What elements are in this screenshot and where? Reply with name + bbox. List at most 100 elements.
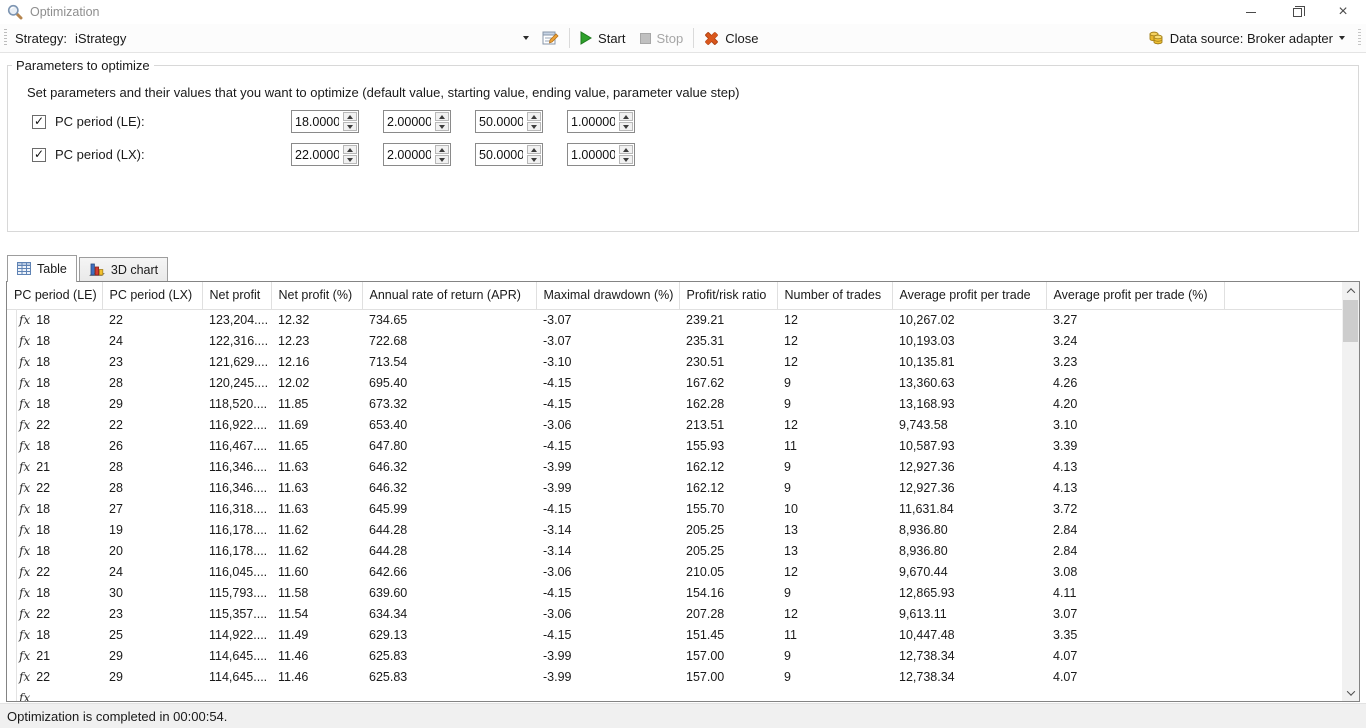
parameter-row: ✓PC period (LE):: [32, 110, 1358, 133]
table-cell: -4.15: [536, 582, 679, 603]
table-row[interactable]: fx1820116,178....11.62644.28-3.14205.251…: [7, 540, 1342, 561]
table-cell: 9: [777, 393, 892, 414]
spinner-down-button[interactable]: [343, 155, 357, 164]
table-cell: 116,346....: [202, 477, 271, 498]
parameter-checkbox[interactable]: ✓: [32, 115, 46, 129]
column-header[interactable]: Maximal drawdown (%): [536, 282, 679, 309]
spinner-down-button[interactable]: [527, 122, 541, 131]
maximize-button[interactable]: [1274, 0, 1320, 24]
table-row[interactable]: fx1825114,922....11.49629.13-4.15151.451…: [7, 624, 1342, 645]
table-row[interactable]: fx2129114,645....11.46625.83-3.99157.009…: [7, 645, 1342, 666]
table-row-partial[interactable]: fx: [7, 687, 1342, 702]
scroll-down-button[interactable]: [1342, 684, 1359, 701]
table-cell: 114,645....: [202, 666, 271, 687]
tab-3d-chart[interactable]: 3D chart: [79, 257, 168, 281]
column-header[interactable]: Average profit per trade (%): [1046, 282, 1224, 309]
close-button[interactable]: Close: [697, 26, 765, 50]
table-row[interactable]: fx1830115,793....11.58639.60-4.15154.169…: [7, 582, 1342, 603]
table-row[interactable]: fx1823121,629....12.16713.54-3.10230.511…: [7, 351, 1342, 372]
table-row[interactable]: fx2224116,045....11.60642.66-3.06210.051…: [7, 561, 1342, 582]
parameter-rows: ✓PC period (LE):✓PC period (LX):: [8, 110, 1358, 166]
table-cell: 157.00: [679, 666, 777, 687]
start-button[interactable]: Start: [573, 26, 632, 50]
parameter-checkbox[interactable]: ✓: [32, 148, 46, 162]
spinner-up-button[interactable]: [619, 112, 633, 121]
spinner-up-button[interactable]: [619, 145, 633, 154]
table-row[interactable]: fx1828120,245....12.02695.40-4.15167.629…: [7, 372, 1342, 393]
table-cell: 10,135.81: [892, 351, 1046, 372]
tab-table[interactable]: Table: [7, 255, 77, 282]
spinner-down-button[interactable]: [619, 155, 633, 164]
table-cell: 11: [777, 435, 892, 456]
table-cell: 11.69: [271, 414, 362, 435]
spinner-up-button[interactable]: [343, 112, 357, 121]
spinner-value-input[interactable]: [384, 144, 434, 165]
table-cell: 12,927.36: [892, 477, 1046, 498]
column-header[interactable]: Net profit: [202, 282, 271, 309]
column-header[interactable]: PC period (LE): [7, 282, 102, 309]
table-cell: 116,346....: [202, 456, 271, 477]
spinner-down-button[interactable]: [343, 122, 357, 131]
spinner-value-input[interactable]: [384, 111, 434, 132]
spinner-up-button[interactable]: [435, 145, 449, 154]
spinner-value-input[interactable]: [476, 144, 526, 165]
strategy-combobox[interactable]: iStrategy: [69, 26, 535, 50]
tab-table-label: Table: [37, 262, 67, 276]
column-header[interactable]: PC period (LX): [102, 282, 202, 309]
table-cell: fx21: [7, 645, 102, 666]
table-row[interactable]: fx1824122,316....12.23722.68-3.07235.311…: [7, 330, 1342, 351]
spinner-down-button[interactable]: [619, 122, 633, 131]
close-window-button[interactable]: ×: [1320, 0, 1366, 24]
table-row[interactable]: fx1829118,520....11.85673.32-4.15162.289…: [7, 393, 1342, 414]
fx-icon: fx: [19, 670, 30, 684]
start-icon: [580, 31, 592, 45]
stop-button[interactable]: Stop: [633, 26, 691, 50]
spinner-down-button[interactable]: [435, 155, 449, 164]
table-cell: [1224, 645, 1342, 666]
table-cell: [202, 687, 271, 702]
table-cell: 9,670.44: [892, 561, 1046, 582]
table-cell: 8,936.80: [892, 540, 1046, 561]
table-row[interactable]: fx1827116,318....11.63645.99-4.15155.701…: [7, 498, 1342, 519]
spinner-value-input[interactable]: [292, 111, 342, 132]
datasource-dropdown-button[interactable]: Data source: Broker adapter: [1141, 26, 1352, 50]
spinner-value-input[interactable]: [476, 111, 526, 132]
column-header[interactable]: Annual rate of return (APR): [362, 282, 536, 309]
table-row[interactable]: fx2228116,346....11.63646.32-3.99162.129…: [7, 477, 1342, 498]
table-row[interactable]: fx1819116,178....11.62644.28-3.14205.251…: [7, 519, 1342, 540]
spinner-up-button[interactable]: [343, 145, 357, 154]
results-table-panel: PC period (LE)PC period (LX)Net profitNe…: [6, 281, 1360, 702]
spinner-up-button[interactable]: [527, 145, 541, 154]
table-row[interactable]: fx2128116,346....11.63646.32-3.99162.129…: [7, 456, 1342, 477]
parameter-spinner: [567, 143, 635, 166]
scroll-up-button[interactable]: [1342, 282, 1359, 299]
table-cell: fx21: [7, 456, 102, 477]
column-header[interactable]: Number of trades: [777, 282, 892, 309]
spinner-down-button[interactable]: [435, 122, 449, 131]
spinner-up-button[interactable]: [435, 112, 449, 121]
table-row[interactable]: fx2223115,357....11.54634.34-3.06207.281…: [7, 603, 1342, 624]
minimize-button[interactable]: [1228, 0, 1274, 24]
column-header[interactable]: Net profit (%): [271, 282, 362, 309]
table-row[interactable]: fx2229114,645....11.46625.83-3.99157.009…: [7, 666, 1342, 687]
table-row[interactable]: fx1822123,204....12.32734.65-3.07239.211…: [7, 309, 1342, 330]
table-cell: 118,520....: [202, 393, 271, 414]
table-row[interactable]: fx2222116,922....11.69653.40-3.06213.511…: [7, 414, 1342, 435]
vertical-scrollbar[interactable]: [1342, 282, 1359, 701]
strategy-properties-button[interactable]: [535, 26, 566, 50]
table-cell: 155.70: [679, 498, 777, 519]
spinner-up-button[interactable]: [527, 112, 541, 121]
scrollbar-thumb[interactable]: [1343, 300, 1358, 342]
spinner-value-input[interactable]: [568, 144, 618, 165]
table-cell: 3.72: [1046, 498, 1224, 519]
column-header[interactable]: Profit/risk ratio: [679, 282, 777, 309]
column-header[interactable]: Average profit per trade: [892, 282, 1046, 309]
triangle-down-icon: [439, 158, 445, 162]
table-cell: -3.07: [536, 330, 679, 351]
spinner-value-input[interactable]: [292, 144, 342, 165]
table-row[interactable]: fx1826116,467....11.65647.80-4.15155.931…: [7, 435, 1342, 456]
spinner-down-button[interactable]: [527, 155, 541, 164]
table-cell: 30: [102, 582, 202, 603]
spinner-value-input[interactable]: [568, 111, 618, 132]
stop-icon: [640, 33, 651, 44]
